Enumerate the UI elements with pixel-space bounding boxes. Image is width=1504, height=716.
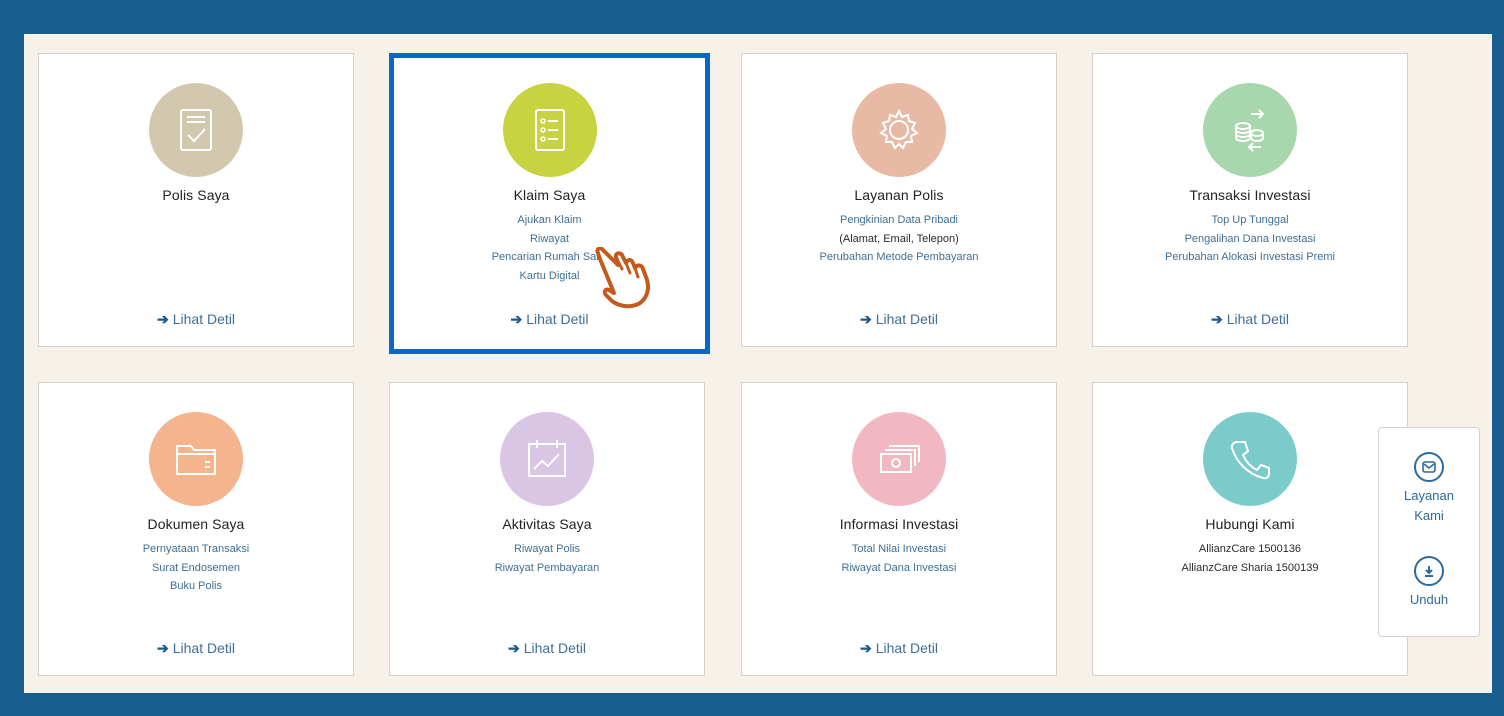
arrow-right-icon: ➔ <box>157 311 169 327</box>
card-link[interactable]: Total Nilai Investasi <box>742 540 1056 559</box>
card-links: Pengkinian Data Pribadi (Alamat, Email, T… <box>742 211 1056 267</box>
mail-icon <box>1414 452 1444 482</box>
coins-transfer-icon <box>1203 83 1297 177</box>
unduh-label: Unduh <box>1409 592 1449 607</box>
card-text: (Alamat, Email, Telepon) <box>839 232 959 245</box>
card-title: Klaim Saya <box>513 187 586 203</box>
arrow-right-icon: ➔ <box>1211 311 1223 327</box>
card-link[interactable]: Riwayat Dana Investasi <box>742 559 1056 578</box>
card-text: AllianzCare 1500136 <box>1198 543 1302 555</box>
arrow-right-icon: ➔ <box>510 311 523 327</box>
card-title: Layanan Polis <box>854 187 944 203</box>
card-transaksi-investasi[interactable]: Transaksi Investasi Top Up Tunggal Pengali… <box>1092 53 1408 347</box>
card-link[interactable]: Top Up Tunggal <box>1093 211 1407 230</box>
money-stack-icon <box>852 412 946 506</box>
arrow-right-icon: ➔ <box>860 640 872 656</box>
card-link[interactable]: Buku Polis <box>39 577 353 596</box>
card-link[interactable]: Pernyataan Transaksi <box>39 540 353 559</box>
unduh-button[interactable]: Unduh <box>1379 556 1479 610</box>
dashboard-panel: Polis Saya ➔ Lihat Detil Klaim Saya Ajukan K… <box>24 34 1492 693</box>
card-text: AllianzCare Sharia 1500139 <box>1181 561 1319 574</box>
lihat-detil-label: Lihat Detil <box>875 311 938 327</box>
card-title: Aktivitas Saya <box>502 516 592 532</box>
lihat-detil-link[interactable]: ➔ Lihat Detil <box>39 640 353 657</box>
floating-action-panel: Layanan Kami Unduh <box>1378 427 1480 637</box>
card-link[interactable]: Ajukan Klaim <box>394 211 705 230</box>
card-links: Pernyataan Transaksi Surat Endosemen Buku … <box>39 540 353 596</box>
card-link[interactable]: Surat Endosemen <box>39 559 353 578</box>
card-link[interactable]: Riwayat <box>394 230 705 249</box>
lihat-detil-label: Lihat Detil <box>523 640 586 656</box>
card-informasi-investasi[interactable]: Informasi Investasi Total Nilai Investasi… <box>741 382 1057 676</box>
card-link[interactable]: Riwayat Pembayaran <box>390 559 704 578</box>
card-title: Hubungi Kami <box>1205 516 1295 532</box>
card-hubungi-kami[interactable]: Hubungi Kami AllianzCare 1500136 AllianzCa… <box>1092 382 1408 676</box>
card-links: Total Nilai Investasi Riwayat Dana Invest… <box>742 540 1056 577</box>
layanan-kami-button[interactable]: Layanan Kami <box>1379 452 1479 526</box>
card-klaim-saya[interactable]: Klaim Saya Ajukan Klaim Riwayat Pencarian R… <box>389 53 710 354</box>
lihat-detil-link[interactable]: ➔ Lihat Detil <box>39 311 353 328</box>
lihat-detil-link[interactable]: ➔ Lihat Detil <box>742 311 1056 328</box>
card-link[interactable]: Perubahan Metode Pembayaran <box>742 248 1056 267</box>
lihat-detil-label: Lihat Detil <box>172 640 235 656</box>
calendar-chart-icon <box>500 412 594 506</box>
arrow-right-icon: ➔ <box>157 640 169 656</box>
lihat-detil-link[interactable]: ➔ Lihat Detil <box>394 311 705 328</box>
card-title: Transaksi Investasi <box>1189 187 1311 203</box>
lihat-detil-label: Lihat Detil <box>1226 311 1289 327</box>
card-link[interactable]: Perubahan Alokasi Investasi Premi <box>1093 248 1407 267</box>
card-link[interactable]: Pengalihan Dana Investasi <box>1093 230 1407 249</box>
checklist-icon <box>502 83 597 177</box>
card-dokumen-saya[interactable]: Dokumen Saya Pernyataan Transaksi Surat En… <box>38 382 354 676</box>
lihat-detil-link[interactable]: ➔ Lihat Detil <box>742 640 1056 657</box>
download-icon <box>1414 556 1444 586</box>
lihat-detil-link[interactable]: ➔ Lihat Detil <box>390 640 704 657</box>
gear-icon <box>852 83 946 177</box>
card-link[interactable]: Riwayat Polis <box>390 540 704 559</box>
card-links: Top Up Tunggal Pengalihan Dana Investasi P… <box>1093 211 1407 267</box>
phone-icon <box>1203 412 1297 506</box>
arrow-right-icon: ➔ <box>860 311 872 327</box>
lihat-detil-label: Lihat Detil <box>875 640 938 656</box>
card-polis-saya[interactable]: Polis Saya ➔ Lihat Detil <box>38 53 354 347</box>
card-link[interactable]: Pengkinian Data Pribadi <box>742 211 1056 230</box>
folder-icon <box>149 412 243 506</box>
lihat-detil-label: Lihat Detil <box>526 311 589 327</box>
arrow-right-icon: ➔ <box>508 640 520 656</box>
card-links: AllianzCare 1500136 AllianzCare Sharia 15… <box>1093 540 1407 577</box>
card-title: Polis Saya <box>162 187 230 203</box>
layanan-kami-label: Layanan Kami <box>1404 488 1454 523</box>
card-title: Informasi Investasi <box>839 516 959 532</box>
lihat-detil-label: Lihat Detil <box>172 311 235 327</box>
document-check-icon <box>149 83 243 177</box>
card-links: Riwayat Polis Riwayat Pembayaran <box>390 540 704 577</box>
card-aktivitas-saya[interactable]: Aktivitas Saya Riwayat Polis Riwayat Pemba… <box>389 382 705 676</box>
card-title: Dokumen Saya <box>147 516 245 532</box>
hand-pointer-icon <box>594 246 666 309</box>
lihat-detil-link[interactable]: ➔ Lihat Detil <box>1093 311 1407 328</box>
card-layanan-polis[interactable]: Layanan Polis Pengkinian Data Pribadi (Ala… <box>741 53 1057 347</box>
